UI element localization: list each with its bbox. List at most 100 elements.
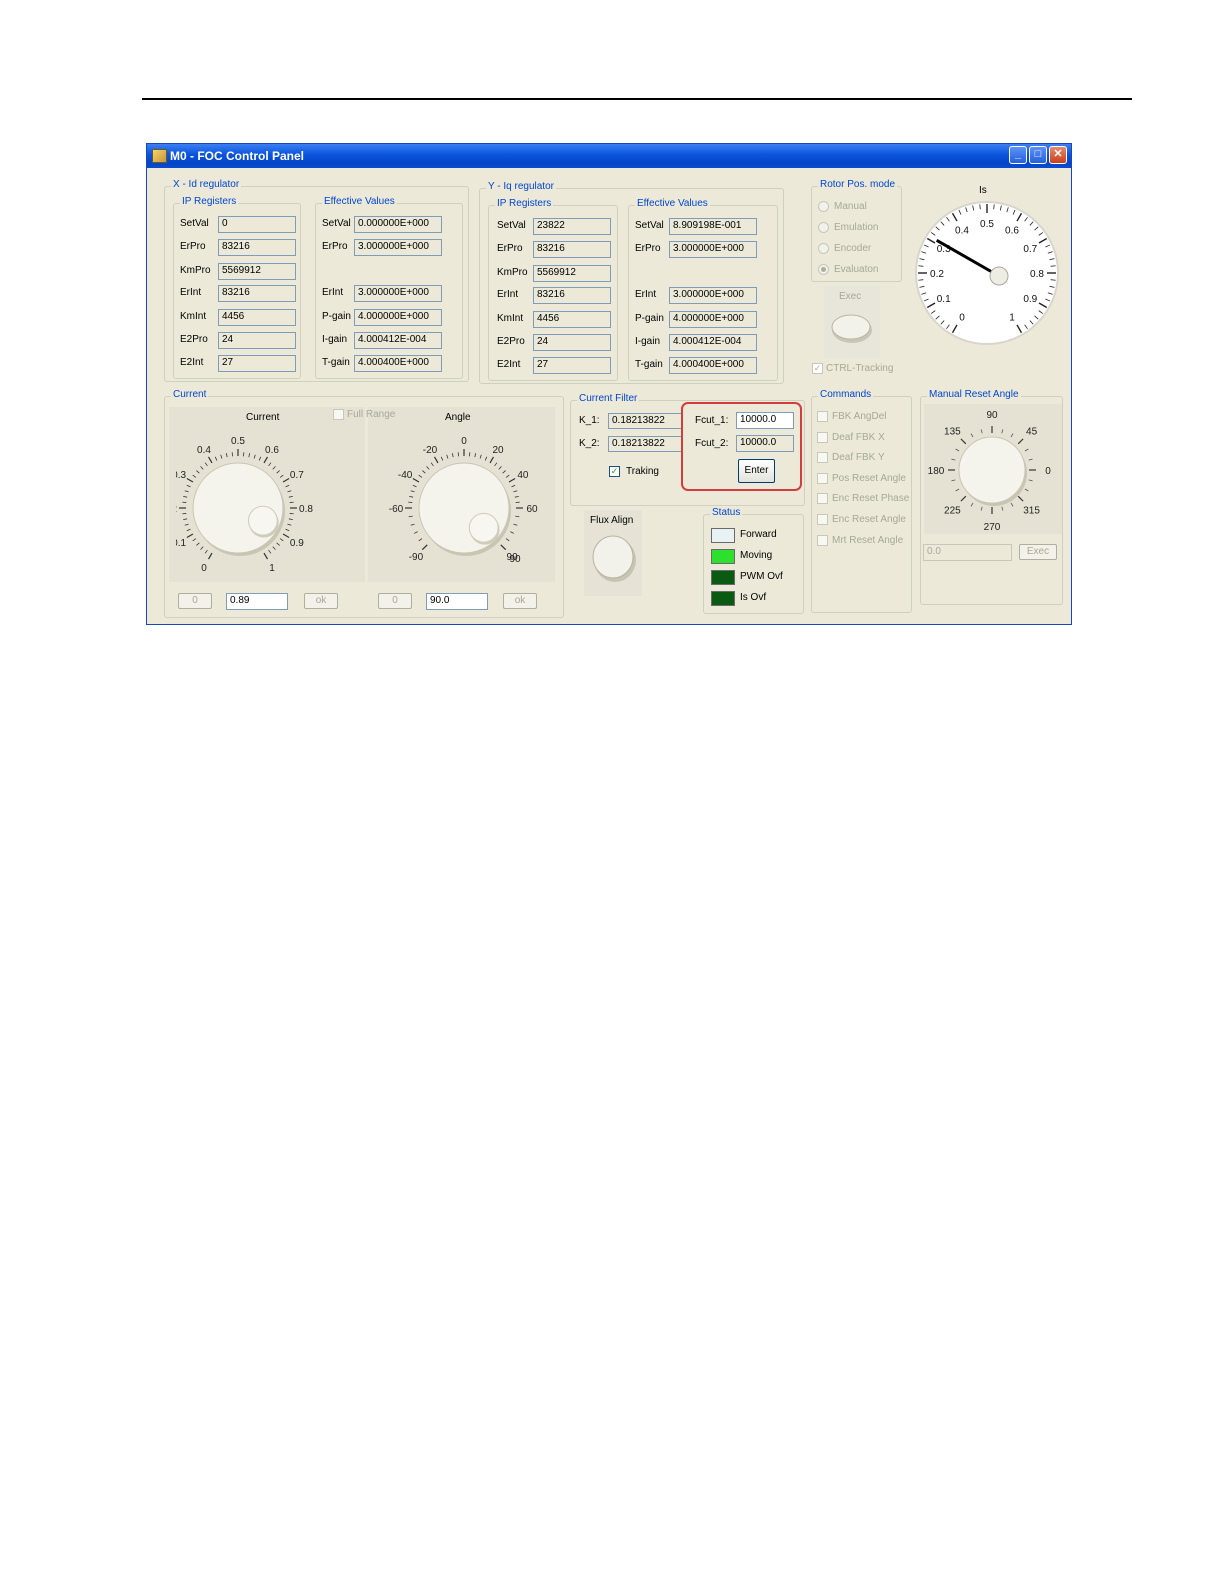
current-value-input[interactable]: 0.89 xyxy=(226,593,288,610)
command-checkbox[interactable] xyxy=(817,452,828,464)
manual-reset-input[interactable]: 0.0 xyxy=(923,544,1012,561)
x-ip-field[interactable]: 24 xyxy=(218,332,296,349)
angle-knob-tick-label: 0 xyxy=(461,436,467,447)
current-ok-button[interactable]: ok xyxy=(304,593,338,609)
rotor-mode-label: Emulation xyxy=(834,222,879,233)
rotor-mode-radio[interactable] xyxy=(818,243,829,254)
y-regulator-title: Y - Iq regulator xyxy=(486,181,556,192)
current-knob-grip[interactable] xyxy=(247,505,278,536)
y-ip-field[interactable]: 83216 xyxy=(533,287,611,304)
y-ip-field[interactable]: 83216 xyxy=(533,241,611,258)
maximize-button[interactable]: □ xyxy=(1029,146,1047,164)
y-ip-field[interactable]: 23822 xyxy=(533,218,611,235)
command-checkbox[interactable] xyxy=(817,472,828,484)
y-ip-field[interactable]: 4456 xyxy=(533,311,611,328)
x-eff-field[interactable]: 3.000000E+000 xyxy=(354,239,442,256)
current-knob-tick xyxy=(282,477,290,483)
x-eff-field[interactable]: 3.000000E+000 xyxy=(354,285,442,302)
y-eff-field[interactable]: 4.000400E+000 xyxy=(669,357,757,374)
angle-knob-grip[interactable] xyxy=(468,512,499,543)
y-eff-field[interactable]: 3.000000E+000 xyxy=(669,241,757,258)
x-eff-field[interactable]: 0.000000E+000 xyxy=(354,216,442,233)
title-bar[interactable]: M0 - FOC Control Panel _ □ ✕ xyxy=(147,144,1071,168)
command-checkbox[interactable] xyxy=(817,534,828,546)
reset-knob-body[interactable] xyxy=(958,436,1026,504)
y-eff-field[interactable]: 4.000412E-004 xyxy=(669,334,757,351)
k2-field[interactable]: 0.18213822 xyxy=(608,436,682,452)
command-checkbox[interactable] xyxy=(817,431,828,443)
fcut2-input[interactable]: 10000.0 xyxy=(736,435,794,452)
command-checkbox[interactable] xyxy=(817,411,828,422)
manual-reset-exec-button[interactable]: Exec xyxy=(1019,544,1057,560)
angle-knob-tick xyxy=(446,454,449,459)
current-knob-tick xyxy=(285,484,290,488)
manual-reset-knob[interactable]: 0 45 90 135 180 225 270 315 xyxy=(924,404,1062,534)
command-label: Enc Reset Angle xyxy=(832,514,906,525)
fcut1-input[interactable]: 10000.0 xyxy=(736,412,794,429)
x-ip-label: ErInt xyxy=(180,287,202,298)
y-ip-label: E2Pro xyxy=(497,336,525,347)
rotor-mode-radio[interactable] xyxy=(818,222,829,233)
x-eff-field[interactable]: 4.000000E+000 xyxy=(354,309,442,326)
angle-knob-tick xyxy=(498,466,502,470)
x-ip-field[interactable]: 5569912 xyxy=(218,263,296,280)
y-ip-label: SetVal xyxy=(497,220,526,231)
minimize-button[interactable]: _ xyxy=(1009,146,1027,164)
y-eff-field[interactable]: 4.000000E+000 xyxy=(669,311,757,328)
y-eff-field[interactable]: 3.000000E+000 xyxy=(669,287,757,304)
full-range-label: Full Range xyxy=(347,409,396,420)
reset-knob-tick xyxy=(970,433,974,438)
tracking-checkbox[interactable]: ✓ xyxy=(609,466,620,477)
reset-knob-tick xyxy=(960,438,967,445)
y-ip-field[interactable]: 27 xyxy=(533,357,611,374)
fcut1-label: Fcut_1: xyxy=(695,415,729,426)
x-eff-field[interactable]: 4.000400E+000 xyxy=(354,355,442,372)
y-ip-label: ErPro xyxy=(497,243,523,254)
status-title: Status xyxy=(710,507,743,518)
reset-knob-tick xyxy=(1017,438,1024,445)
angle-reset-button[interactable]: 0 xyxy=(378,593,412,609)
k1-field[interactable]: 0.18213822 xyxy=(608,413,682,429)
x-ip-field[interactable]: 4456 xyxy=(218,309,296,326)
status-led xyxy=(711,528,735,543)
close-button[interactable]: ✕ xyxy=(1049,146,1067,164)
command-checkbox[interactable] xyxy=(817,514,828,525)
angle-value-input[interactable]: 90.0 xyxy=(426,593,488,610)
reset-knob-tick xyxy=(980,506,983,511)
rotor-mode-radio[interactable] xyxy=(818,264,829,275)
x-ip-field[interactable]: 83216 xyxy=(218,285,296,302)
angle-knob-tick xyxy=(514,495,519,498)
commands-title: Commands xyxy=(818,389,874,400)
full-range-checkbox[interactable] xyxy=(333,409,344,420)
y-eff-field[interactable]: 8.909198E-001 xyxy=(669,218,757,235)
flux-align-button[interactable] xyxy=(590,532,638,584)
x-eff-field[interactable]: 4.000412E-004 xyxy=(354,332,442,349)
ctrl-tracking-checkbox[interactable]: ✓ xyxy=(812,363,823,374)
rotor-mode-label: Encoder xyxy=(834,243,872,254)
rotor-mode-radio[interactable] xyxy=(818,201,829,212)
current-reset-button[interactable]: 0 xyxy=(178,593,212,609)
x-ip-field[interactable]: 83216 xyxy=(218,239,296,256)
is-gauge-tick-label: 0 xyxy=(959,312,965,323)
y-ip-field[interactable]: 5569912 xyxy=(533,265,611,282)
command-checkbox[interactable] xyxy=(817,493,828,505)
is-gauge-tick-label: 0.1 xyxy=(937,294,951,305)
flux-align-title: Flux Align xyxy=(590,515,634,526)
angle-knob[interactable]: -90-60-40-2002040609090 xyxy=(372,420,552,578)
angle-knob-tick xyxy=(433,456,439,464)
reset-knob-tick-label: 90 xyxy=(986,410,998,421)
y-ip-field[interactable]: 24 xyxy=(533,334,611,351)
current-knob[interactable]: 0 0.1 0.2 0.3 0.4 0.5 0.6 0.7 0.8 0.9 1 xyxy=(176,420,356,578)
current-knob-tick xyxy=(183,495,188,498)
app-icon xyxy=(152,149,167,163)
y-ip-label: KmInt xyxy=(497,313,524,324)
rotor-exec-button[interactable] xyxy=(830,310,874,346)
enter-button[interactable]: Enter xyxy=(738,459,775,483)
y-ip-label: ErInt xyxy=(497,289,519,300)
current-knob-tick xyxy=(279,538,284,542)
angle-ok-button[interactable]: ok xyxy=(503,593,537,609)
x-ip-field[interactable]: 27 xyxy=(218,355,296,372)
current-knob-tick-label: 0.8 xyxy=(299,504,313,515)
x-ip-field[interactable]: 0 xyxy=(218,216,296,233)
current-knob-tick xyxy=(276,542,280,546)
